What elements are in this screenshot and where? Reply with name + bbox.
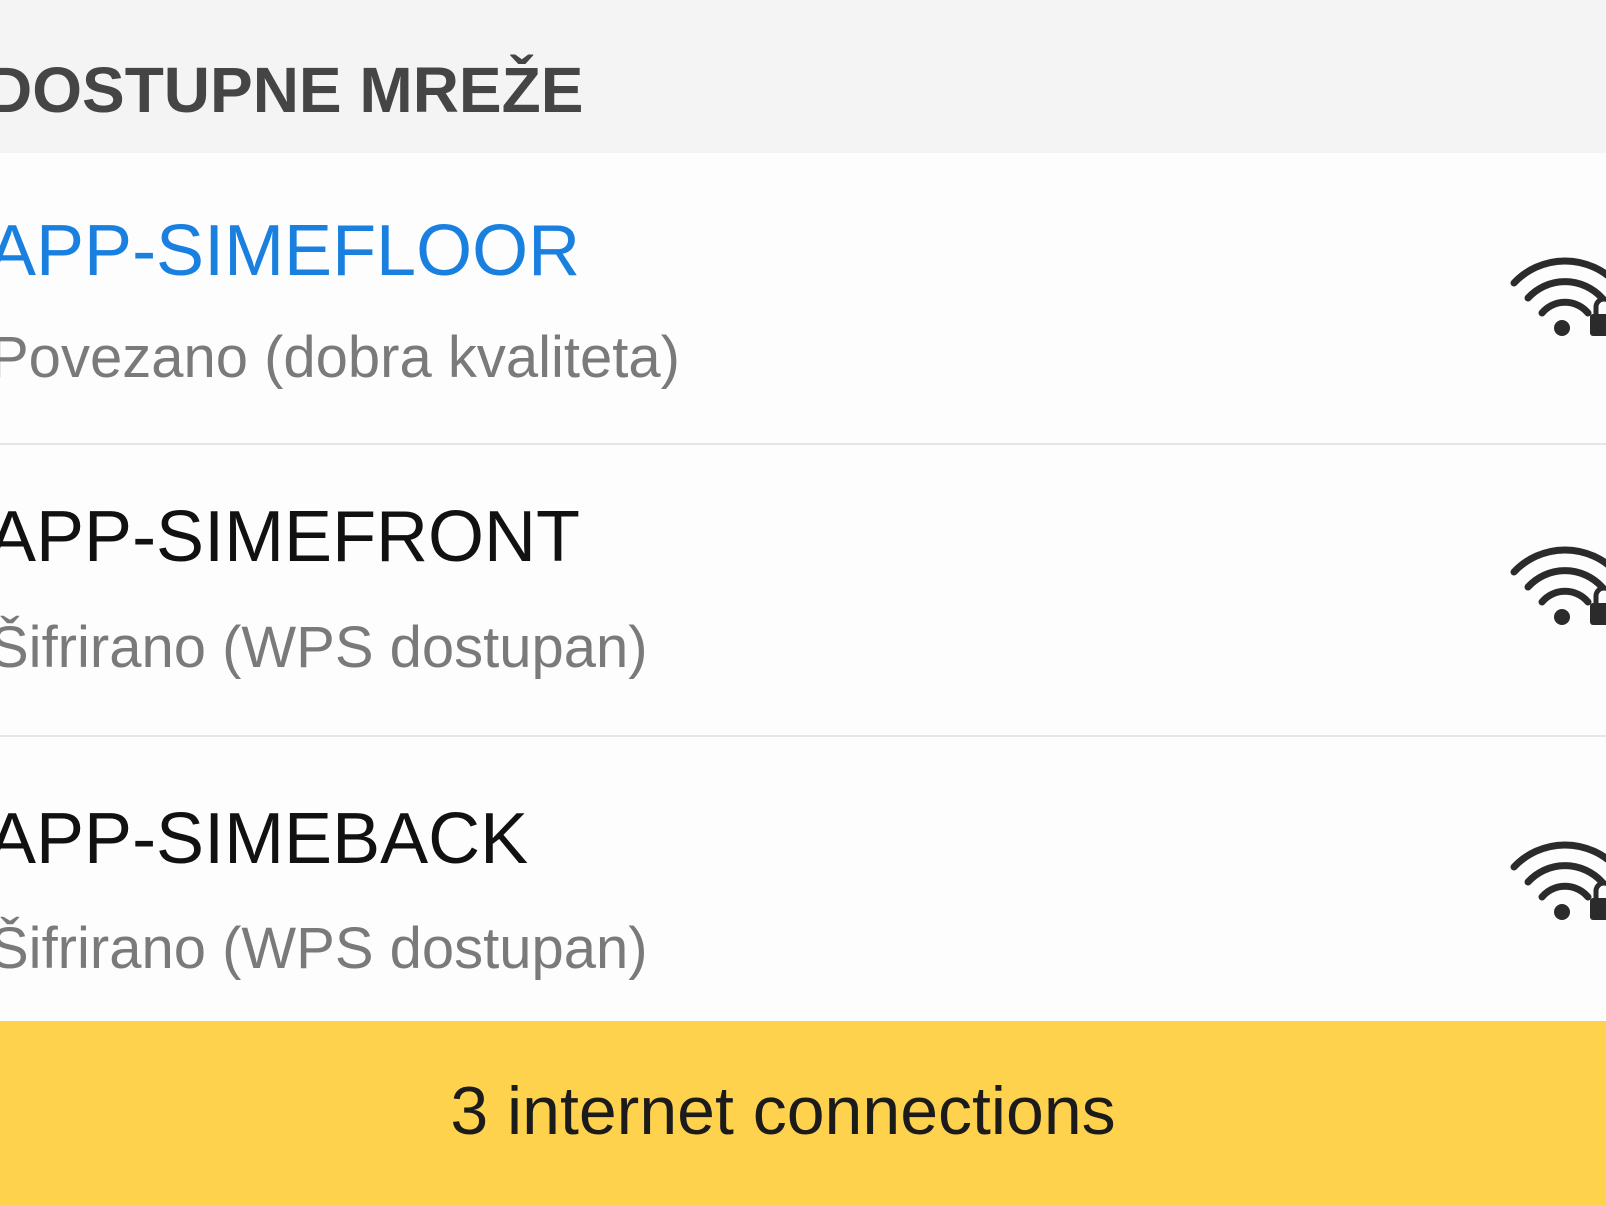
footer-banner: 3 internet connections <box>0 1021 1606 1205</box>
network-status: Povezano (dobra kvaliteta) <box>0 325 680 390</box>
connection-count-text: 3 internet connections <box>450 1073 1116 1149</box>
network-ssid: APP-SIMEFLOOR <box>0 211 581 291</box>
section-title: DOSTUPNE MREŽE <box>0 54 584 126</box>
network-item-app-simeback[interactable]: APP-SIMEBACK Šifrirano (WPS dostupan) <box>0 737 1606 1023</box>
wifi-lock-icon <box>1510 841 1606 920</box>
wifi-settings-screen: DOSTUPNE MREŽE APP-SIMEFLOOR Povezano (d… <box>0 0 1606 1205</box>
network-ssid: APP-SIMEBACK <box>0 799 529 879</box>
network-status: Šifrirano (WPS dostupan) <box>0 916 648 981</box>
network-ssid: APP-SIMEFRONT <box>0 497 581 577</box>
wifi-lock-icon <box>1510 257 1606 336</box>
network-status: Šifrirano (WPS dostupan) <box>0 615 648 680</box>
wifi-lock-icon <box>1510 546 1606 625</box>
network-list: APP-SIMEFLOOR Povezano (dobra kvaliteta)… <box>0 153 1606 1023</box>
network-item-app-simefront[interactable]: APP-SIMEFRONT Šifrirano (WPS dostupan) <box>0 445 1606 735</box>
network-item-app-simefloor[interactable]: APP-SIMEFLOOR Povezano (dobra kvaliteta) <box>0 153 1606 443</box>
footer-text-wrap: 3 internet connections <box>0 1071 1606 1151</box>
section-header: DOSTUPNE MREŽE <box>0 0 1606 153</box>
